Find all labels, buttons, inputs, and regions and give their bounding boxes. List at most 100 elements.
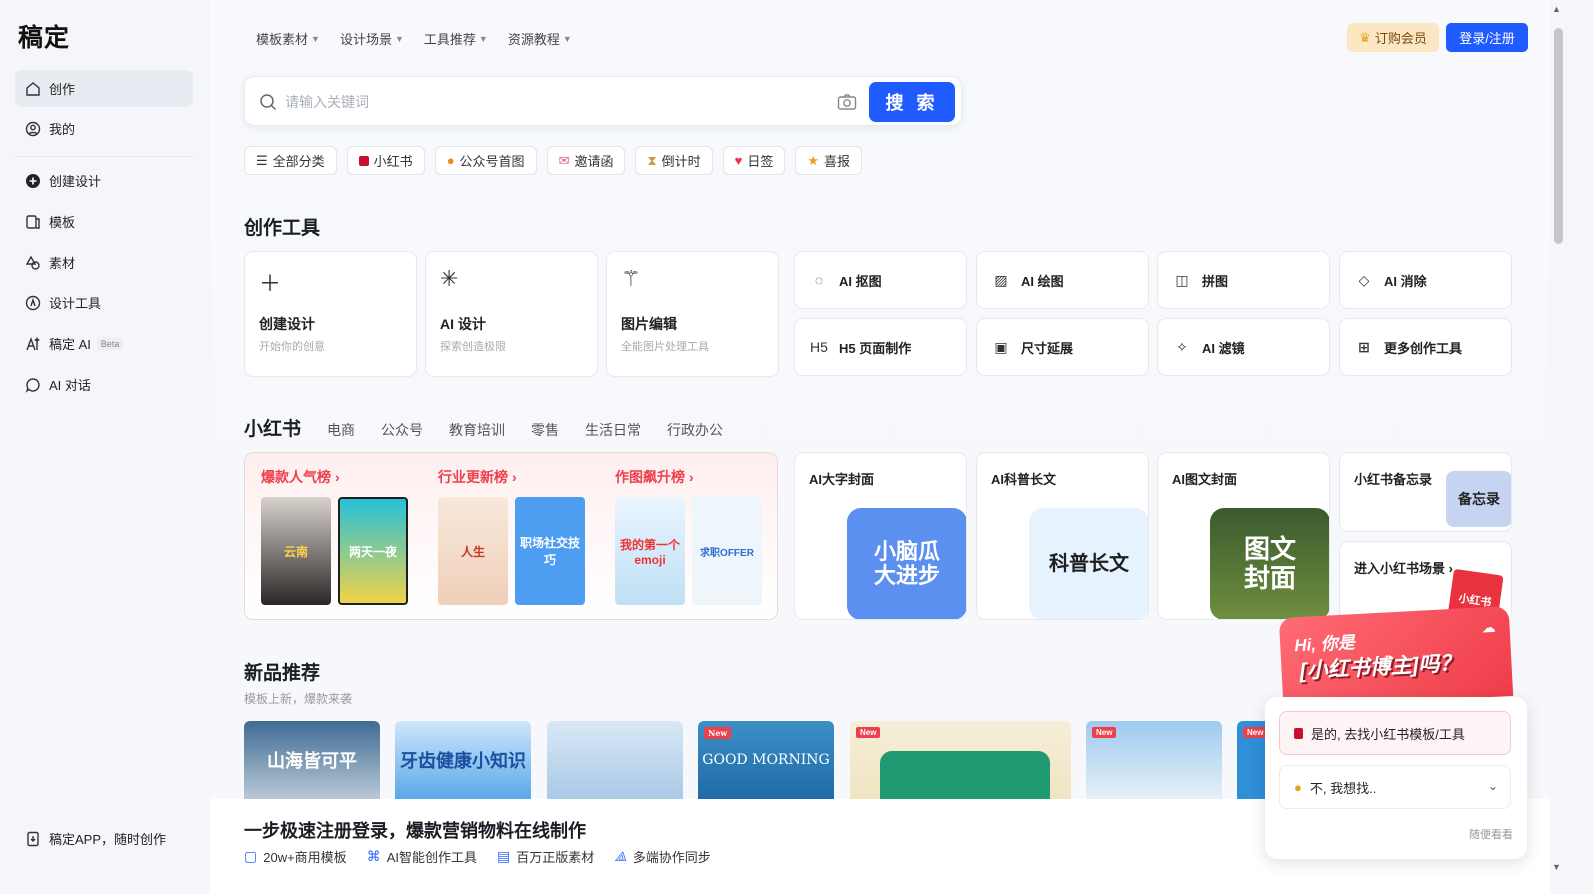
chevron-down-icon: ▼: [478, 33, 488, 44]
search-box: 搜 索: [244, 76, 962, 126]
rank-thumb[interactable]: 两天一夜: [338, 497, 408, 605]
resize-icon: ▣: [994, 338, 1008, 355]
rank-popular[interactable]: 爆款人气榜 ›: [261, 467, 340, 487]
download-app-link[interactable]: 稿定APP，随时创作: [15, 820, 193, 857]
card-ai-big-text-cover[interactable]: AI大字封面 小脑瓜 大进步: [794, 452, 967, 620]
rank-industry[interactable]: 行业更新榜 ›: [438, 467, 517, 487]
tool-image-edit[interactable]: ⚚ 图片编辑 全能图片处理工具: [606, 251, 779, 377]
tab-office[interactable]: 行政办公: [667, 420, 723, 440]
template-card[interactable]: [547, 721, 683, 799]
topnav-resources[interactable]: 资源教程 ▼: [508, 29, 572, 48]
tool-ai-design[interactable]: ✳ AI 设计 探索创造极限: [425, 251, 598, 377]
topnav-tools[interactable]: 工具推荐 ▼: [424, 29, 488, 48]
h5-icon: H5: [810, 339, 828, 355]
category-chips: ☰ 全部分类 小红书 ● 公众号首图 ✉ 邀请函 ⧗ 倒计时 ♥ 日签 ★ 喜报: [244, 146, 863, 175]
tool-title: 创建设计: [259, 316, 315, 332]
tool-more[interactable]: ⊞ 更多创作工具: [1339, 318, 1512, 376]
envelope-icon: ✉: [558, 152, 570, 168]
thinking-emoji-icon: ●: [1294, 779, 1302, 795]
sidebar-item-label: 素材: [49, 256, 76, 271]
chip-daily-sign[interactable]: ♥ 日签: [722, 146, 786, 175]
tab-daily-life[interactable]: 生活日常: [585, 420, 641, 440]
scroll-up-icon[interactable]: ▲: [1552, 4, 1561, 14]
tool-resize[interactable]: ▣ 尺寸延展: [976, 318, 1149, 376]
sidebar-item-mine[interactable]: 我的: [15, 110, 193, 147]
tool-create-design[interactable]: ＋ 创建设计 开始你的创意: [244, 251, 417, 377]
tab-wechat[interactable]: 公众号: [381, 420, 423, 440]
option-no-dropdown[interactable]: ● 不, 我想找.. ⌄: [1279, 765, 1511, 809]
topnav-scenes[interactable]: 设计场景 ▼: [340, 29, 404, 48]
sidebar-item-design-tools[interactable]: 设计工具: [15, 284, 193, 321]
tool-label: 尺寸延展: [1021, 340, 1074, 356]
tool-label: 拼图: [1202, 273, 1229, 289]
rank-trending[interactable]: 作图飙升榜 ›: [615, 467, 694, 487]
option-yes[interactable]: 是的, 去找小红书模板/工具: [1279, 711, 1511, 755]
tab-education[interactable]: 教育培训: [449, 420, 505, 440]
feature-label: AI智能创作工具: [386, 850, 477, 865]
chip-label: 小红书: [373, 154, 413, 169]
chip-invitation[interactable]: ✉ 邀请函: [546, 146, 626, 175]
template-card[interactable]: New: [1086, 721, 1222, 799]
template-card[interactable]: New: [850, 721, 1071, 799]
new-badge: New: [1092, 727, 1117, 738]
logo[interactable]: 稿定: [18, 18, 70, 54]
sidebar-item-templates[interactable]: 模板: [15, 203, 193, 240]
scroll-down-icon[interactable]: ▼: [1552, 862, 1561, 872]
card-title: 小红书备忘录: [1354, 472, 1433, 487]
chip-good-news[interactable]: ★ 喜报: [795, 146, 863, 175]
tab-xiaohongshu[interactable]: 小红书: [244, 414, 301, 441]
tool-collage[interactable]: ◫ 拼图: [1157, 251, 1330, 309]
card-title: 进入小红书场景 ›: [1354, 558, 1453, 577]
rank-thumb[interactable]: 求职OFFER: [692, 497, 762, 605]
tab-retail[interactable]: 零售: [531, 420, 559, 440]
rank-thumb[interactable]: 人生: [438, 497, 508, 605]
feature-label: 百万正版素材: [516, 850, 595, 865]
vip-button[interactable]: ♛ 订购会员: [1347, 23, 1439, 52]
trophy-icon: ★: [807, 152, 820, 168]
tool-ai-cutout[interactable]: ◌ AI 抠图: [794, 251, 967, 309]
chip-xiaohongshu[interactable]: 小红书: [346, 146, 425, 175]
scrollbar-thumb[interactable]: [1554, 28, 1563, 244]
topnav-label: 模板素材: [256, 32, 309, 47]
feature-item: ▤ 百万正版素材: [497, 847, 594, 866]
rank-thumb[interactable]: 云南: [261, 497, 331, 605]
rank-thumb[interactable]: 职场社交技巧: [515, 497, 585, 605]
card-xhs-memo[interactable]: 小红书备忘录 备忘录: [1339, 452, 1512, 532]
template-card[interactable]: 山海皆可平: [244, 721, 380, 799]
tool-ai-drawing[interactable]: ▨ AI 绘图: [976, 251, 1149, 309]
sidebar-item-ai-chat[interactable]: AI 对话: [15, 366, 193, 403]
chip-all-categories[interactable]: ☰ 全部分类: [244, 146, 337, 175]
template-card[interactable]: 牙齿健康小知识: [395, 721, 531, 799]
sidebar-item-create-design[interactable]: 创建设计: [15, 162, 193, 199]
tool-h5-page[interactable]: H5 H5 页面制作: [794, 318, 967, 376]
tab-ecommerce[interactable]: 电商: [327, 420, 355, 440]
sidebar-item-gaoding-ai[interactable]: 稿定 AI Beta: [15, 325, 193, 362]
tool-ai-filter[interactable]: ✧ AI 滤镜: [1157, 318, 1330, 376]
camera-icon[interactable]: [837, 93, 857, 116]
search-input[interactable]: [285, 89, 805, 115]
skip-link[interactable]: 随便看看: [1469, 826, 1513, 842]
sidebar-item-assets[interactable]: 素材: [15, 244, 193, 281]
topnav-templates[interactable]: 模板素材 ▼: [256, 29, 320, 48]
login-button[interactable]: 登录/注册: [1446, 23, 1528, 52]
search-button[interactable]: 搜 索: [869, 82, 955, 122]
sidebar-footer-label: 稿定APP，随时创作: [49, 832, 167, 847]
chip-label: 日签: [747, 154, 774, 169]
chip-wechat-cover[interactable]: ● 公众号首图: [434, 146, 537, 175]
rank-thumb[interactable]: 我的第一个emoji: [615, 497, 685, 605]
template-card[interactable]: New GOOD MORNING: [698, 721, 834, 799]
new-badge: New: [704, 727, 732, 739]
card-ai-image-text-cover[interactable]: AI图文封面 图文 封面: [1157, 452, 1330, 620]
grid-icon: ◫: [1175, 271, 1189, 288]
feature-item: ▢ 20w+商用模板: [244, 847, 347, 866]
template-icon: ▢: [244, 848, 258, 864]
tool-label: AI 消除: [1384, 273, 1427, 289]
tool-ai-erase[interactable]: ◇ AI 消除: [1339, 251, 1512, 309]
sidebar-item-create[interactable]: 创作: [15, 70, 193, 107]
chip-countdown[interactable]: ⧗ 倒计时: [635, 146, 713, 175]
tool-label: AI 绘图: [1021, 273, 1064, 289]
option-label: 是的, 去找小红书模板/工具: [1311, 726, 1465, 742]
chevron-down-icon: ▼: [394, 33, 404, 44]
card-ai-science-article[interactable]: AI科普长文 科普长文: [976, 452, 1149, 620]
card-title: AI图文封面: [1172, 472, 1238, 487]
